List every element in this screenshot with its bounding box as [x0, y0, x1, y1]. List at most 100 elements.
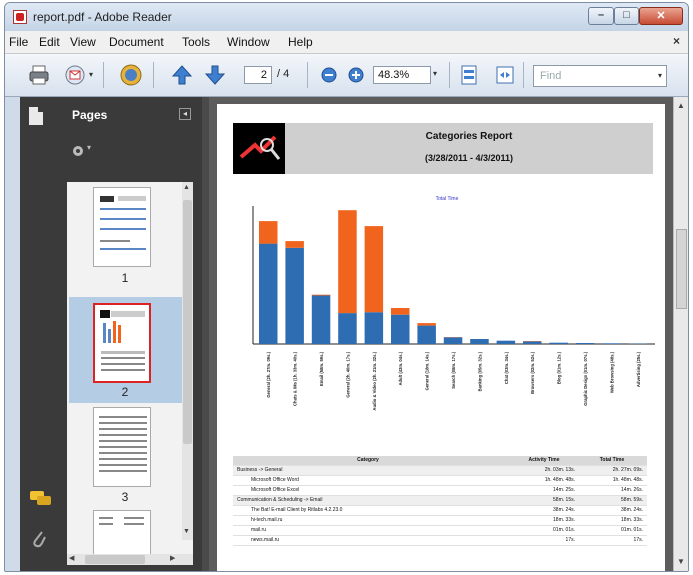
- chart-bar: [575, 343, 595, 344]
- chart-bar: [364, 312, 384, 344]
- print-button[interactable]: [27, 63, 51, 87]
- logo-icon: [239, 135, 281, 160]
- scroll-right-icon[interactable]: ▶: [170, 554, 175, 562]
- find-input[interactable]: Find ▾: [533, 65, 667, 87]
- scroll-up-icon[interactable]: ▲: [677, 101, 685, 110]
- previous-page-button[interactable]: [170, 63, 194, 87]
- cell-category: hi-tech.mail.ru: [251, 517, 283, 523]
- page-thumbnail-1[interactable]: [93, 187, 151, 267]
- menu-tools[interactable]: Tools: [182, 35, 210, 49]
- chart-svg: Total Time General (2h. 27m. 09s.) Chats …: [252, 196, 655, 411]
- menu-file[interactable]: File: [9, 35, 28, 49]
- email-dropdown-icon[interactable]: ▾: [89, 70, 93, 79]
- email-icon: [65, 65, 85, 85]
- comments-icon[interactable]: [30, 489, 52, 510]
- attachment-icon[interactable]: [30, 529, 48, 554]
- maximize-button[interactable]: □: [614, 7, 639, 25]
- page-total-label: / 4: [277, 68, 290, 80]
- cell-activity-time: 17s.: [565, 537, 575, 543]
- gear-icon: [73, 146, 83, 156]
- close-window-button[interactable]: ✕: [639, 7, 683, 25]
- minimize-button[interactable]: –: [588, 7, 614, 25]
- chart-x-tick-label: General (2h. 27m. 09s.): [266, 351, 271, 397]
- report-title: Categories Report: [425, 131, 513, 142]
- next-page-button[interactable]: [203, 63, 227, 87]
- thumbnails-hscroll-thumb[interactable]: [85, 555, 145, 564]
- cell-total-time: 1h. 48m. 48s.: [612, 477, 643, 483]
- page-number-input[interactable]: 2: [244, 66, 272, 84]
- chart-x-tick-label: Chats & IMs (1h. 33m. 40s.): [293, 351, 298, 406]
- categories-table: Category Activity Time Total Time Busine…: [233, 456, 647, 546]
- menu-window[interactable]: Window: [227, 35, 270, 49]
- chart-bar: [285, 241, 304, 248]
- chart-bar: [417, 325, 436, 344]
- chart-bar: [602, 343, 621, 344]
- table-row: mail.ru 01m. 01s. 01m. 01s.: [233, 526, 647, 536]
- menu-help[interactable]: Help: [288, 35, 313, 49]
- options-dropdown-icon: ▾: [87, 143, 92, 152]
- close-document-button[interactable]: ×: [673, 34, 680, 48]
- scroll-up-icon[interactable]: ▲: [183, 184, 190, 191]
- scroll-left-icon[interactable]: ◀: [69, 554, 74, 562]
- collaborate-button[interactable]: [119, 63, 143, 87]
- chart-bar: [549, 342, 568, 344]
- column-header: Total Time: [599, 457, 625, 463]
- chart-x-tick-label: Search (08m. 17s.): [451, 351, 456, 388]
- chart-x-tick-label: Web Browsing (48s.): [609, 351, 614, 393]
- page-thumbnail-4[interactable]: [93, 510, 151, 554]
- app-window: report.pdf - Adobe Reader – □ ✕ File Edi…: [4, 2, 689, 572]
- table-row: Microsoft Office Word 1h. 48m. 48s. 1h. 48…: [233, 476, 647, 486]
- menu-view[interactable]: View: [70, 35, 96, 49]
- column-header: Activity Time: [528, 457, 560, 463]
- document-vertical-scrollbar[interactable]: ▲ ▼: [673, 97, 688, 571]
- fit-width-button[interactable]: [493, 63, 517, 87]
- menu-edit[interactable]: Edit: [39, 35, 60, 49]
- toolbar-separator: [523, 62, 524, 88]
- chart-bar: [470, 339, 489, 344]
- chart-bar: [259, 221, 278, 244]
- document-view[interactable]: Categories Report (3/28/2011 - 4/3/2011)…: [209, 97, 673, 571]
- page-thumbnail-3[interactable]: [93, 407, 151, 487]
- document-scroll-thumb[interactable]: [676, 229, 687, 309]
- next-page-icon: [204, 65, 226, 85]
- panel-splitter[interactable]: [202, 97, 209, 571]
- menu-document[interactable]: Document: [109, 35, 164, 49]
- thumbnails-vertical-scrollbar[interactable]: ▲ ▼: [182, 182, 193, 540]
- table-header-row: Category Activity Time Total Time: [233, 456, 647, 466]
- find-dropdown-icon[interactable]: ▾: [658, 71, 662, 80]
- scroll-down-icon[interactable]: ▼: [183, 528, 190, 535]
- thumbnails-list[interactable]: 1 2 3: [67, 182, 193, 554]
- collapse-panel-button[interactable]: ◂: [179, 108, 191, 120]
- page-thumbnail-2[interactable]: [93, 303, 151, 383]
- cell-activity-time: 01m. 01s.: [553, 527, 575, 533]
- fit-page-button[interactable]: [457, 63, 481, 87]
- cell-total-time: 01m. 01s.: [621, 527, 643, 533]
- find-placeholder: Find: [540, 70, 562, 82]
- cell-activity-time: 14m. 25s.: [553, 487, 575, 493]
- zoom-level-input[interactable]: 48.3%: [373, 66, 431, 84]
- zoom-out-button[interactable]: [320, 63, 338, 87]
- toolbar-separator: [153, 62, 154, 88]
- chart-bar: [391, 314, 410, 344]
- pages-icon[interactable]: [29, 107, 43, 125]
- email-button[interactable]: [63, 63, 87, 87]
- table-row: Communication & Scheduling -> Email 58m. …: [233, 496, 647, 506]
- chart-x-tick-label: Banking (05m. 32s.): [477, 351, 482, 391]
- thumbnails-horizontal-scrollbar[interactable]: ◀ ▶: [67, 554, 193, 565]
- chart-x-tick-label: Advertising (25s.): [636, 351, 641, 387]
- chart-bar: [338, 210, 357, 314]
- table-row: Business -> General 2h. 03m. 13s. 2h. 27m.…: [233, 466, 647, 476]
- panel-options-button[interactable]: ▾: [71, 141, 95, 161]
- zoom-out-icon: [321, 67, 337, 83]
- chart-x-tick-label: General (18m. 14s.): [425, 351, 430, 390]
- pages-panel-title: Pages: [72, 108, 108, 122]
- scroll-down-icon[interactable]: ▼: [677, 557, 685, 566]
- zoom-dropdown-icon[interactable]: ▾: [433, 69, 437, 78]
- chart-bar: [523, 341, 542, 344]
- cell-category: Communication & Scheduling -> Email: [237, 497, 323, 503]
- title-bar[interactable]: report.pdf - Adobe Reader – □ ✕: [5, 3, 688, 31]
- zoom-in-button[interactable]: [347, 63, 365, 87]
- fit-width-icon: [496, 66, 514, 84]
- thumbnails-scroll-thumb[interactable]: [183, 200, 192, 444]
- chart-x-tick-label: Graphic Design (01m. 07s.): [583, 351, 588, 405]
